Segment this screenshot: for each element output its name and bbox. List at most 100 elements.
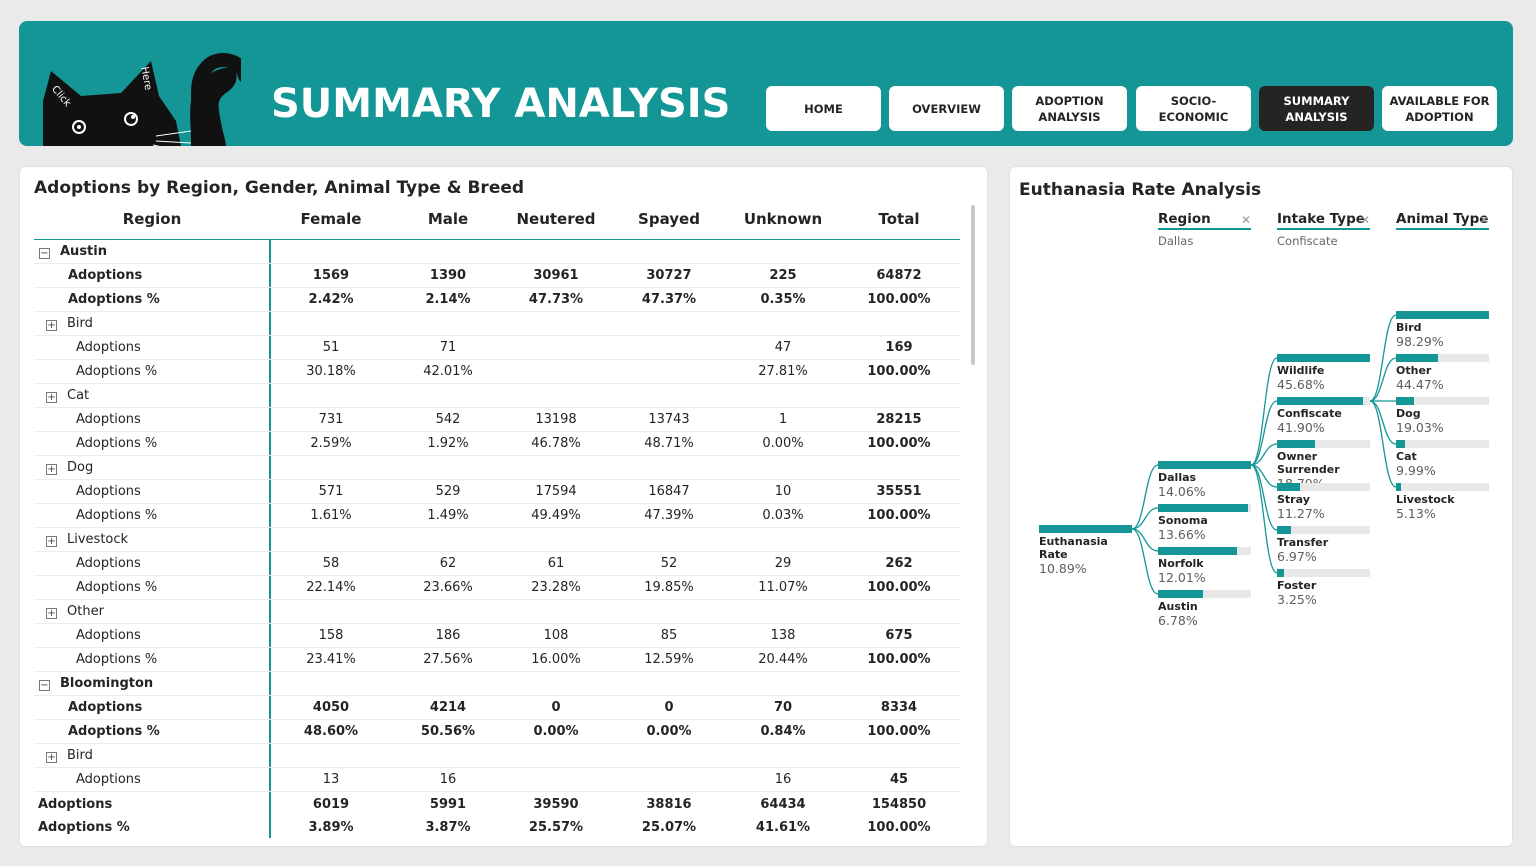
region-row[interactable]: − Austin (34, 240, 960, 264)
tree-node-intake-type[interactable]: Foster 3.25% (1277, 569, 1370, 607)
matrix-cell: 28215 (876, 412, 922, 427)
animal-type-row[interactable]: + Bird (34, 312, 960, 336)
node-value: 11.27% (1277, 506, 1325, 521)
matrix-cell: 23.66% (423, 580, 473, 595)
table-row: Adoptions 731 542 13198 13743 1 28215 (34, 408, 960, 432)
node-label: Confiscate (1277, 407, 1342, 420)
tree-node-animal-type[interactable]: Other 44.47% (1396, 354, 1489, 392)
matrix-cell: 17594 (535, 484, 577, 499)
row-label-text: Adoptions (68, 700, 143, 715)
expand-icon[interactable]: + (46, 464, 57, 475)
matrix-cell: 0 (551, 700, 561, 715)
tree-node-intake-type[interactable]: Wildlife 45.68% (1277, 354, 1370, 392)
animal-type-row[interactable]: + Dog (34, 456, 960, 480)
tree-node-animal-type[interactable]: Cat 9.99% (1396, 440, 1489, 478)
region-row[interactable]: − Bloomington (34, 672, 960, 696)
tree-node-region[interactable]: Sonoma 13.66% (1158, 504, 1251, 542)
node-bar (1158, 461, 1251, 469)
table-row: Adoptions % 23.41% 27.56% 16.00% 12.59% 20.44… (34, 648, 960, 672)
expand-icon[interactable]: + (46, 392, 57, 403)
node-bar-fill (1396, 354, 1438, 362)
tree-node-animal-type[interactable]: Dog 19.03% (1396, 397, 1489, 435)
totals-cell: 3.87% (425, 820, 471, 835)
animal-type-row[interactable]: + Bird (34, 744, 960, 768)
matrix-cell: 62 (439, 556, 457, 571)
node-bar-fill (1396, 483, 1401, 491)
matrix-cell: 64872 (876, 268, 922, 283)
matrix-cell: 29 (774, 556, 792, 571)
row-label-text: Bloomington (60, 676, 154, 691)
cat-logo-icon[interactable] (41, 41, 241, 146)
column-header-neutered[interactable]: Neutered (501, 210, 611, 228)
column-header-female[interactable]: Female (276, 210, 386, 228)
tree-node-intake-type[interactable]: Stray 11.27% (1277, 483, 1370, 521)
expand-icon[interactable]: + (46, 608, 57, 619)
animal-type-row[interactable]: + Cat (34, 384, 960, 408)
matrix-cell: 48.71% (644, 436, 694, 451)
totals-cell: 6019 (312, 797, 350, 812)
tree-node-animal-type[interactable]: Bird 98.29% (1396, 311, 1489, 349)
row-label-text: Adoptions % (76, 364, 158, 379)
nav-summary-analysis-button[interactable]: SUMMARY ANALYSIS (1259, 86, 1374, 131)
matrix-cell: 13198 (535, 412, 577, 427)
collapse-icon[interactable]: − (39, 248, 50, 259)
row-label-text: Livestock (67, 532, 129, 547)
node-bar-fill (1277, 483, 1301, 491)
animal-type-row[interactable]: + Livestock (34, 528, 960, 552)
matrix-cell: 27.56% (423, 652, 473, 667)
row-label-text: Adoptions (76, 340, 141, 355)
tree-node-root[interactable]: Euthanasia Rate 10.89% (1039, 525, 1132, 576)
node-bar (1158, 504, 1251, 512)
expand-icon[interactable]: + (46, 320, 57, 331)
totals-cell: 41.61% (755, 820, 811, 835)
nav-available-for-adoption-button[interactable]: AVAILABLE FOR ADOPTION (1382, 86, 1497, 131)
nav-socio-economic-button[interactable]: SOCIO- ECONOMIC (1136, 86, 1251, 131)
matrix-cell: 1.61% (310, 508, 352, 523)
animal-type-row[interactable]: + Other (34, 600, 960, 624)
node-bar (1277, 483, 1370, 491)
tree-node-animal-type[interactable]: Livestock 5.13% (1396, 483, 1489, 521)
node-bar (1277, 354, 1370, 362)
totals-row: Adoptions 6019 5991 39590 38816 64434 15… (34, 793, 960, 816)
row-label-text: Adoptions % (68, 292, 160, 307)
expand-icon[interactable]: + (46, 536, 57, 547)
node-value: 98.29% (1396, 334, 1444, 349)
row-label-text: Adoptions (76, 628, 141, 643)
matrix-totals: Adoptions 6019 5991 39590 38816 64434 15… (34, 793, 960, 839)
matrix-cell: 47.37% (641, 292, 697, 307)
row-label-text: Adoptions % (76, 508, 158, 523)
collapse-icon[interactable]: − (39, 680, 50, 691)
tree-connector-line (1369, 357, 1397, 402)
node-bar (1277, 440, 1370, 448)
nav-overview-button[interactable]: OVERVIEW (889, 86, 1004, 131)
tree-node-region[interactable]: Austin 6.78% (1158, 590, 1251, 628)
column-header-spayed[interactable]: Spayed (614, 210, 724, 228)
column-header-unknown[interactable]: Unknown (728, 210, 838, 228)
matrix-cell: 0.00% (762, 436, 804, 451)
column-header-male[interactable]: Male (393, 210, 503, 228)
tree-node-region[interactable]: Norfolk 12.01% (1158, 547, 1251, 585)
matrix-title: Adoptions by Region, Gender, Animal Type… (34, 178, 525, 198)
totals-cell: 100.00% (867, 820, 931, 835)
adoptions-matrix: Region Female Male Neutered Spayed Unkno… (34, 204, 960, 792)
node-bar-fill (1396, 311, 1489, 319)
tree-node-intake-type[interactable]: Confiscate 41.90% (1277, 397, 1370, 435)
node-value: 45.68% (1277, 377, 1325, 392)
column-header-total[interactable]: Total (844, 210, 954, 228)
matrix-cell: 2.59% (310, 436, 352, 451)
nav-adoption-analysis-button[interactable]: ADOPTION ANALYSIS (1012, 86, 1127, 131)
row-label-text: Adoptions % (68, 724, 160, 739)
tree-node-region[interactable]: Dallas 14.06% (1158, 461, 1251, 499)
tree-node-intake-type[interactable]: Transfer 6.97% (1277, 526, 1370, 564)
matrix-cell: 100.00% (867, 436, 931, 451)
table-row: Adoptions 13 16 16 45 (34, 768, 960, 792)
matrix-cell: 186 (435, 628, 461, 643)
node-bar-fill (1158, 590, 1203, 598)
expand-icon[interactable]: + (46, 752, 57, 763)
column-header-region[interactable]: Region (34, 210, 270, 228)
row-label-text: Adoptions (68, 268, 143, 283)
nav-home-button[interactable]: HOME (766, 86, 881, 131)
node-value: 44.47% (1396, 377, 1444, 392)
matrix-cell: 100.00% (867, 364, 931, 379)
matrix-scrollbar[interactable] (971, 205, 975, 365)
